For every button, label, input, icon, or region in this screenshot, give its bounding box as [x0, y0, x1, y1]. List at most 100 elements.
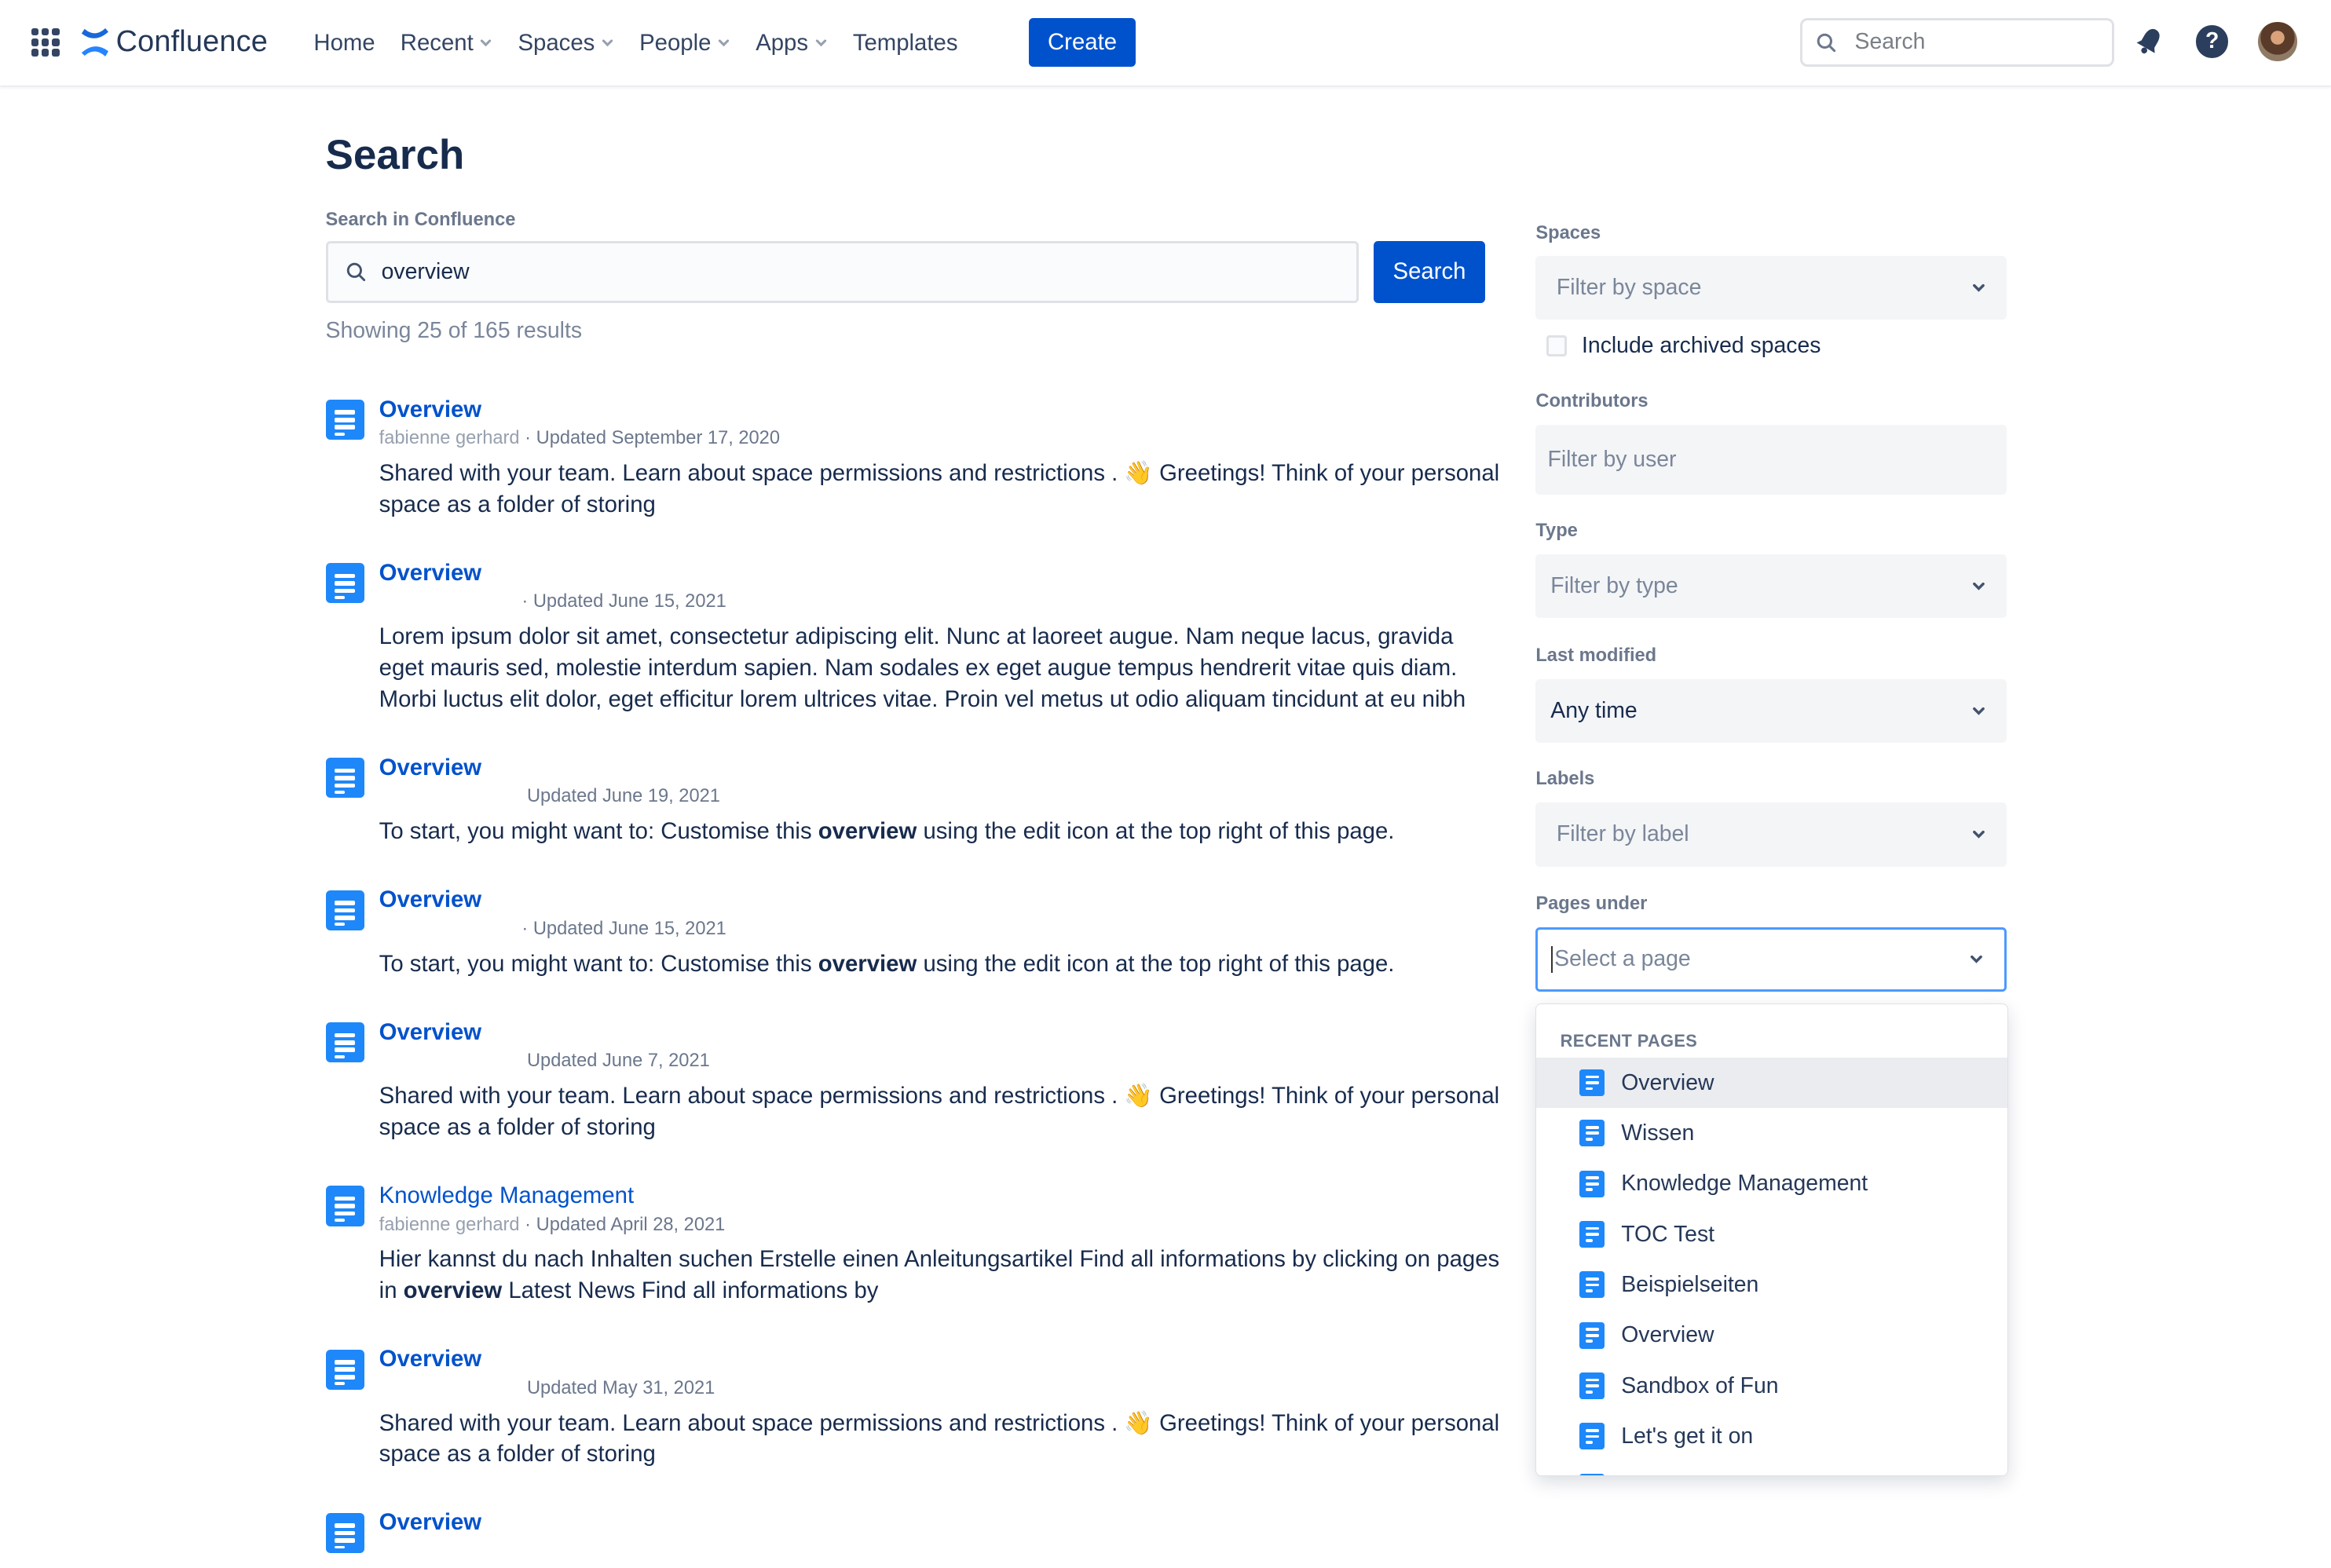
option-label: Wissen — [1621, 1120, 1695, 1146]
recent-page-option[interactable]: Knowledge Management — [1536, 1159, 2007, 1209]
global-search[interactable] — [1800, 17, 2114, 68]
recent-page-option[interactable]: Sandbox of Fun — [1536, 1361, 2007, 1411]
recent-page-option[interactable]: Overview — [1536, 1310, 2007, 1361]
user-avatar[interactable] — [2258, 22, 2297, 61]
result-title-link[interactable]: Overview — [379, 559, 481, 587]
confluence-logo[interactable]: Confluence — [80, 25, 268, 59]
nav-item-recent[interactable]: Recent — [401, 30, 493, 57]
result-updated-date: Updated May 31, 2021 — [526, 1377, 715, 1398]
chevron-down-icon — [1971, 956, 1982, 964]
page-icon — [1579, 1170, 1605, 1197]
recent-page-option[interactable]: Wissen — [1536, 1108, 2007, 1158]
page-icon — [1579, 1321, 1605, 1349]
option-label: TOC Test — [1621, 1221, 1715, 1247]
last-modified-filter-select[interactable]: Any time — [1535, 679, 2007, 744]
notifications-bell-icon[interactable] — [2133, 25, 2166, 58]
result-updated-date: Updated June 15, 2021 — [532, 918, 726, 939]
recent-page-option[interactable]: Let's get it on — [1536, 1411, 2007, 1461]
page-icon — [325, 890, 364, 930]
meta-separator: · — [525, 1214, 532, 1235]
spaces-filter-select[interactable]: Filter by space — [1535, 255, 2007, 320]
excerpt-text: To start, you might want to: Customise t… — [379, 950, 818, 977]
nav-item-templates[interactable]: Templates — [853, 30, 958, 57]
search-button[interactable]: Search — [1374, 240, 1485, 304]
type-filter-select[interactable]: Filter by type — [1535, 554, 2007, 619]
result-excerpt: Shared with your team. Learn about space… — [379, 1080, 1500, 1143]
option-label: Knowledge Management — [1621, 1171, 1868, 1197]
app-name: Confluence — [115, 25, 268, 59]
labels-filter-label: Labels — [1535, 768, 1595, 789]
result-count: Showing 25 of 165 results — [325, 318, 583, 344]
option-label: Overview — [1621, 1069, 1714, 1095]
result-title-link[interactable]: Overview — [379, 754, 481, 782]
recent-page-option[interactable]: Overview — [1536, 1057, 2008, 1109]
recent-page-option[interactable] — [1536, 1462, 2007, 1475]
spaces-filter-label: Spaces — [1535, 222, 1601, 243]
pages-under-select[interactable]: Select a page — [1535, 927, 2007, 992]
result-author[interactable]: fabienne gerhard — [379, 428, 520, 448]
text-cursor — [1551, 946, 1553, 974]
excerpt-text: Shared with your team. Learn about space… — [379, 459, 1500, 517]
page-title: Search — [325, 131, 465, 178]
nav-item-apps[interactable]: Apps — [756, 30, 827, 57]
include-archived-checkbox[interactable]: Include archived spaces — [1546, 333, 1821, 359]
nav-item-spaces[interactable]: Spaces — [518, 30, 614, 57]
page-icon — [325, 1512, 364, 1554]
pages-under-placeholder-text: Select a page — [1554, 945, 1691, 971]
search-result-item: Overview fabienne gerhard · Updated Septe… — [325, 396, 1500, 559]
excerpt-text: Shared with your team. Learn about space… — [379, 1409, 1500, 1467]
result-author[interactable]: fabienne gerhard — [379, 1215, 520, 1235]
option-label: Sandbox of Fun — [1621, 1372, 1779, 1398]
checkbox-box[interactable] — [1546, 335, 1568, 356]
chevron-down-icon — [815, 39, 826, 47]
result-updated-date: Updated June 7, 2021 — [526, 1051, 710, 1072]
page-icon — [325, 563, 364, 604]
pages-under-placeholder[interactable]: Select a page — [1551, 945, 1691, 974]
result-title-link[interactable]: Overview — [379, 1345, 481, 1373]
nav-item-label: Apps — [756, 29, 809, 56]
search-field-label: Search in Confluence — [325, 209, 516, 230]
result-title-link[interactable]: Overview — [379, 396, 481, 424]
last-modified-filter-label: Last modified — [1535, 645, 1657, 666]
app-switcher-icon[interactable] — [31, 27, 60, 57]
page-icon — [325, 1349, 364, 1390]
option-label: Beispielseiten — [1621, 1271, 1759, 1297]
labels-filter-placeholder: Filter by label — [1556, 821, 1689, 847]
primary-nav: Home Recent Spaces People Apps Templates — [313, 0, 983, 86]
result-title-link[interactable]: Overview — [379, 886, 481, 914]
result-meta: fabienne gerhard · Updated September 17,… — [379, 426, 1500, 450]
nav-item-label: Recent — [400, 29, 474, 56]
chevron-down-icon — [1973, 583, 1985, 590]
type-filter-placeholder: Filter by type — [1550, 573, 1678, 599]
search-result-item: Overview Updated June 19, 2021 To start, … — [325, 754, 1500, 886]
create-button[interactable]: Create — [1028, 17, 1136, 68]
chevron-down-icon — [1973, 831, 1985, 839]
nav-item-home[interactable]: Home — [313, 30, 375, 57]
result-excerpt: Lorem ipsum dolor sit amet, consectetur … — [379, 621, 1500, 715]
highlighted-term: overview — [818, 818, 917, 845]
highlighted-term: overview — [403, 1277, 503, 1304]
recent-page-option[interactable]: Beispielseiten — [1536, 1259, 2007, 1310]
contributors-filter-input[interactable]: Filter by user — [1535, 425, 2007, 495]
search-box[interactable] — [325, 240, 1359, 304]
result-title-link[interactable]: Overview — [379, 1508, 481, 1537]
labels-filter-select[interactable]: Filter by label — [1535, 802, 2007, 867]
recent-pages-list: Overview Wissen Knowledge Management TOC Te… — [1536, 1057, 2008, 1475]
option-label: Let's get it on — [1621, 1423, 1754, 1449]
global-search-input[interactable] — [1851, 27, 2075, 57]
include-archived-label: Include archived spaces — [1582, 333, 1821, 358]
result-title-link[interactable]: Overview — [379, 1018, 481, 1047]
nav-item-label: Spaces — [518, 29, 595, 56]
result-title-link[interactable]: Knowledge Management — [379, 1182, 634, 1210]
confluence-logo-icon — [82, 27, 109, 57]
search-result-item: Overview Updated June 7, 2021 Shared with… — [325, 1018, 1500, 1182]
search-input[interactable] — [378, 258, 1301, 287]
search-icon — [347, 262, 366, 282]
result-updated-date: Updated September 17, 2020 — [536, 428, 780, 449]
help-icon[interactable]: ? — [2195, 25, 2229, 58]
recent-page-option[interactable]: TOC Test — [1536, 1209, 2007, 1259]
nav-item-people[interactable]: People — [639, 30, 730, 57]
type-filter-label: Type — [1535, 520, 1578, 541]
search-result-item: Overview · Updated June 15, 2021 Lorem ips… — [325, 559, 1500, 754]
page-icon — [325, 1022, 364, 1063]
